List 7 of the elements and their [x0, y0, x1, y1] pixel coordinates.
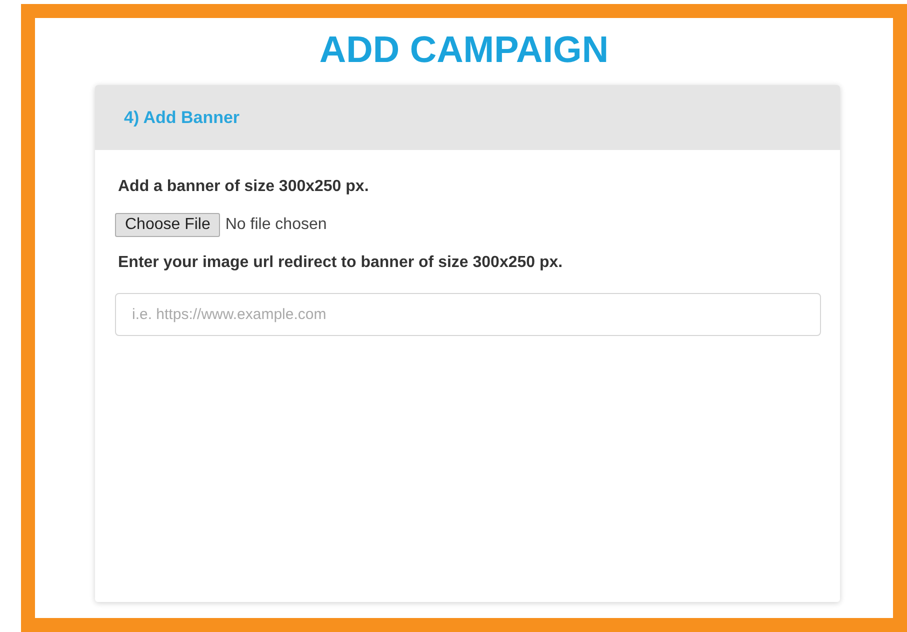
- url-input-field[interactable]: i.e. https://www.example.com: [115, 293, 821, 336]
- panel-heading: 4) Add Banner: [124, 106, 240, 129]
- choose-file-button[interactable]: Choose File: [115, 213, 220, 237]
- page-title: ADD CAMPAIGN: [319, 28, 609, 72]
- upload-label: Add a banner of size 300x250 px.: [117, 177, 370, 197]
- url-label: Enter your image url redirect to banner of size 300x250 px.: [117, 253, 564, 273]
- file-status: No file chosen: [225, 215, 327, 235]
